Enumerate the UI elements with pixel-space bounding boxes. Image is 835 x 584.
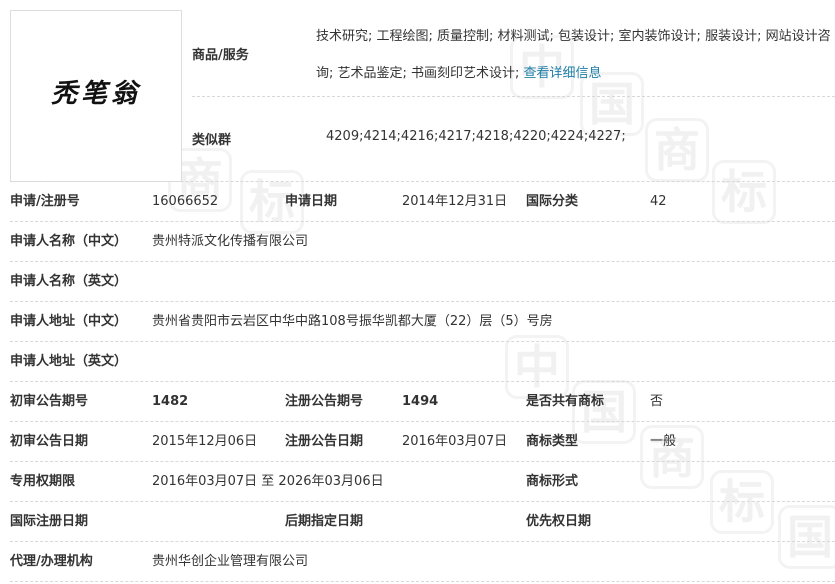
app-date-value: 2014年12月31日 bbox=[402, 194, 508, 209]
watermark-glyph: 商 bbox=[645, 118, 709, 182]
reg-issue-label: 注册公告期号 bbox=[285, 394, 364, 409]
applicant-address-en-label: 申请人地址（英文） bbox=[10, 354, 128, 369]
priority-date-label: 优先权日期 bbox=[526, 514, 592, 529]
app-number-value: 16066652 bbox=[152, 194, 219, 209]
exclusive-term-value: 2016年03月07日 至 2026年03月06日 bbox=[152, 474, 384, 489]
divider bbox=[10, 581, 835, 582]
applicant-name-cn-label: 申请人名称（中文） bbox=[10, 234, 128, 249]
reg-date-value: 2016年03月07日 bbox=[402, 434, 508, 449]
mark-type-value: 一般 bbox=[650, 434, 677, 449]
goods-label: 商品/服务 bbox=[192, 48, 249, 63]
applicant-address-cn-label: 申请人地址（中文） bbox=[10, 314, 128, 329]
divider bbox=[192, 96, 835, 97]
detail-row-app-number: 申请/注册号 16066652 申请日期 2014年12月31日 国际分类 42 bbox=[0, 182, 835, 222]
detail-row-exclusive-term: 专用权期限 2016年03月07日 至 2026年03月06日 商标形式 bbox=[0, 462, 835, 502]
applicant-name-cn-value: 贵州特派文化传播有限公司 bbox=[152, 234, 309, 249]
reg-issue-value: 1494 bbox=[402, 394, 439, 409]
mark-form-label: 商标形式 bbox=[526, 474, 579, 489]
shared-mark-value: 否 bbox=[650, 394, 664, 409]
prelim-date-value: 2015年12月06日 bbox=[152, 434, 258, 449]
reg-date-label: 注册公告日期 bbox=[285, 434, 364, 449]
applicant-name-en-label: 申请人名称（英文） bbox=[10, 274, 128, 289]
detail-row-applicant-name-cn: 申请人名称（中文） 贵州特派文化传播有限公司 bbox=[0, 222, 835, 262]
trademark-logo-text: 秃笔翁 bbox=[50, 79, 141, 109]
detail-row-applicant-address-cn: 申请人地址（中文） 贵州省贵阳市云岩区中华中路108号振华凯都大厦（22）层（5… bbox=[0, 302, 835, 342]
prelim-issue-value: 1482 bbox=[152, 394, 189, 409]
detail-row-announcement-numbers: 初审公告期号 1482 注册公告期号 1494 是否共有商标 否 bbox=[0, 382, 835, 422]
shared-mark-label: 是否共有商标 bbox=[526, 394, 605, 409]
intl-class-label: 国际分类 bbox=[526, 194, 579, 209]
detail-row-announcement-dates: 初审公告日期 2015年12月06日 注册公告日期 2016年03月07日 商标… bbox=[0, 422, 835, 462]
app-date-label: 申请日期 bbox=[285, 194, 338, 209]
mark-type-label: 商标类型 bbox=[526, 434, 579, 449]
similar-group-label: 类似群 bbox=[192, 133, 232, 148]
prelim-issue-label: 初审公告期号 bbox=[10, 394, 89, 409]
later-designation-label: 后期指定日期 bbox=[285, 514, 364, 529]
app-number-label: 申请/注册号 bbox=[10, 194, 80, 209]
detail-row-intl-dates: 国际注册日期 后期指定日期 优先权日期 bbox=[0, 502, 835, 542]
prelim-date-label: 初审公告日期 bbox=[10, 434, 89, 449]
goods-services-text: 技术研究; 工程绘图; 质量控制; 材料测试; 包装设计; 室内装饰设计; 服装… bbox=[316, 18, 831, 92]
similar-group-value: 4209;4214;4216;4217;4218;4220;4224;4227; bbox=[326, 129, 626, 144]
exclusive-term-label: 专用权期限 bbox=[10, 474, 76, 489]
agency-label: 代理/办理机构 bbox=[10, 554, 93, 569]
detail-row-applicant-name-en: 申请人名称（英文） bbox=[0, 262, 835, 302]
view-details-link[interactable]: 查看详细信息 bbox=[524, 66, 602, 81]
intl-reg-date-label: 国际注册日期 bbox=[10, 514, 89, 529]
agency-value: 贵州华创企业管理有限公司 bbox=[152, 554, 309, 569]
applicant-address-cn-value: 贵州省贵阳市云岩区中华中路108号振华凯都大厦（22）层（5）号房 bbox=[152, 314, 553, 329]
intl-class-value: 42 bbox=[650, 194, 667, 209]
detail-row-applicant-address-en: 申请人地址（英文） bbox=[0, 342, 835, 382]
detail-row-agency: 代理/办理机构 贵州华创企业管理有限公司 bbox=[0, 542, 835, 582]
trademark-image: 秃笔翁 bbox=[10, 10, 182, 182]
